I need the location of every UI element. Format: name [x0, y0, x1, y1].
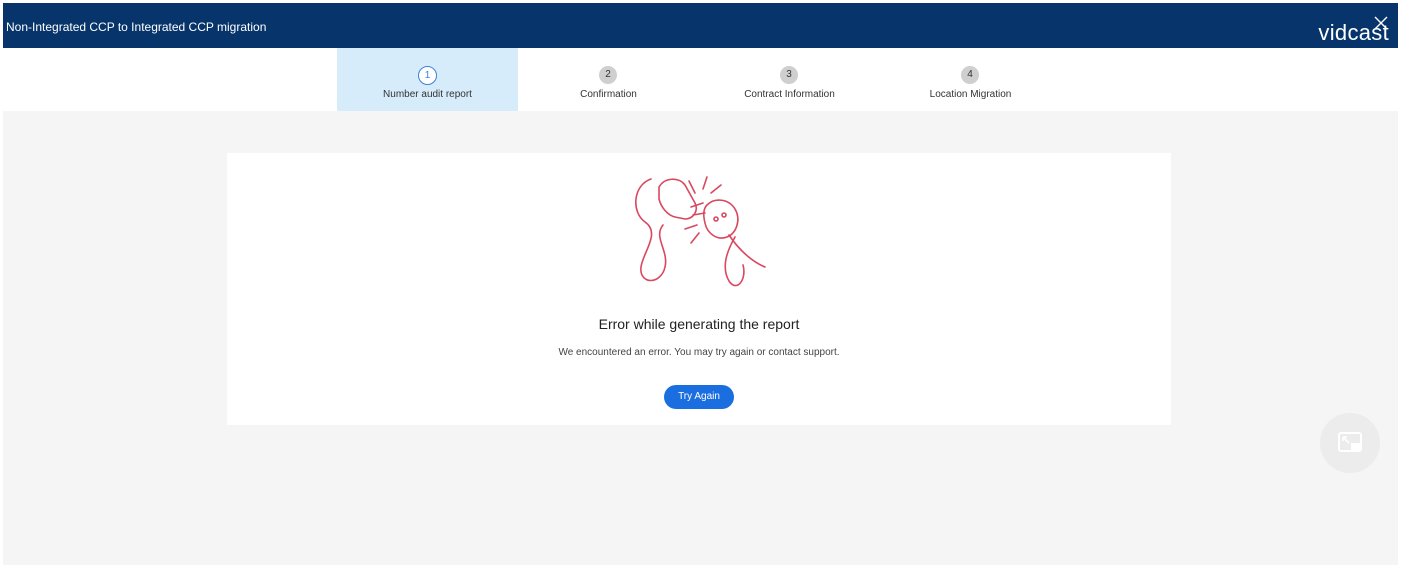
- unplugged-cable-icon: [635, 176, 766, 287]
- step-label: Number audit report: [383, 89, 472, 100]
- picture-in-picture-button[interactable]: [1320, 413, 1380, 473]
- top-bar: Non-Integrated CCP to Integrated CCP mig…: [3, 3, 1398, 48]
- step-confirmation[interactable]: 2 Confirmation: [518, 48, 699, 111]
- close-icon[interactable]: [1373, 15, 1389, 31]
- error-card: Error while generating the report We enc…: [227, 153, 1171, 425]
- try-again-button[interactable]: Try Again: [664, 385, 734, 409]
- error-message: We encountered an error. You may try aga…: [558, 347, 840, 358]
- step-contract-information[interactable]: 3 Contract Information: [699, 48, 880, 111]
- step-label: Location Migration: [929, 89, 1012, 100]
- step-location-migration[interactable]: 4 Location Migration: [880, 48, 1061, 111]
- picture-in-picture-icon: [1338, 432, 1362, 452]
- window-title: Non-Integrated CCP to Integrated CCP mig…: [6, 20, 267, 34]
- step-number-audit-report[interactable]: 1 Number audit report: [337, 48, 518, 111]
- step-label: Contract Information: [744, 89, 835, 100]
- step-number: 1: [418, 66, 437, 85]
- error-title: Error while generating the report: [598, 316, 800, 332]
- stepper: 1 Number audit report 2 Confirmation 3 C…: [3, 48, 1398, 111]
- step-number: 4: [961, 66, 979, 84]
- step-number: 2: [599, 66, 617, 84]
- app-frame: Non-Integrated CCP to Integrated CCP mig…: [3, 3, 1398, 565]
- step-label: Confirmation: [580, 89, 637, 100]
- step-number: 3: [780, 66, 798, 84]
